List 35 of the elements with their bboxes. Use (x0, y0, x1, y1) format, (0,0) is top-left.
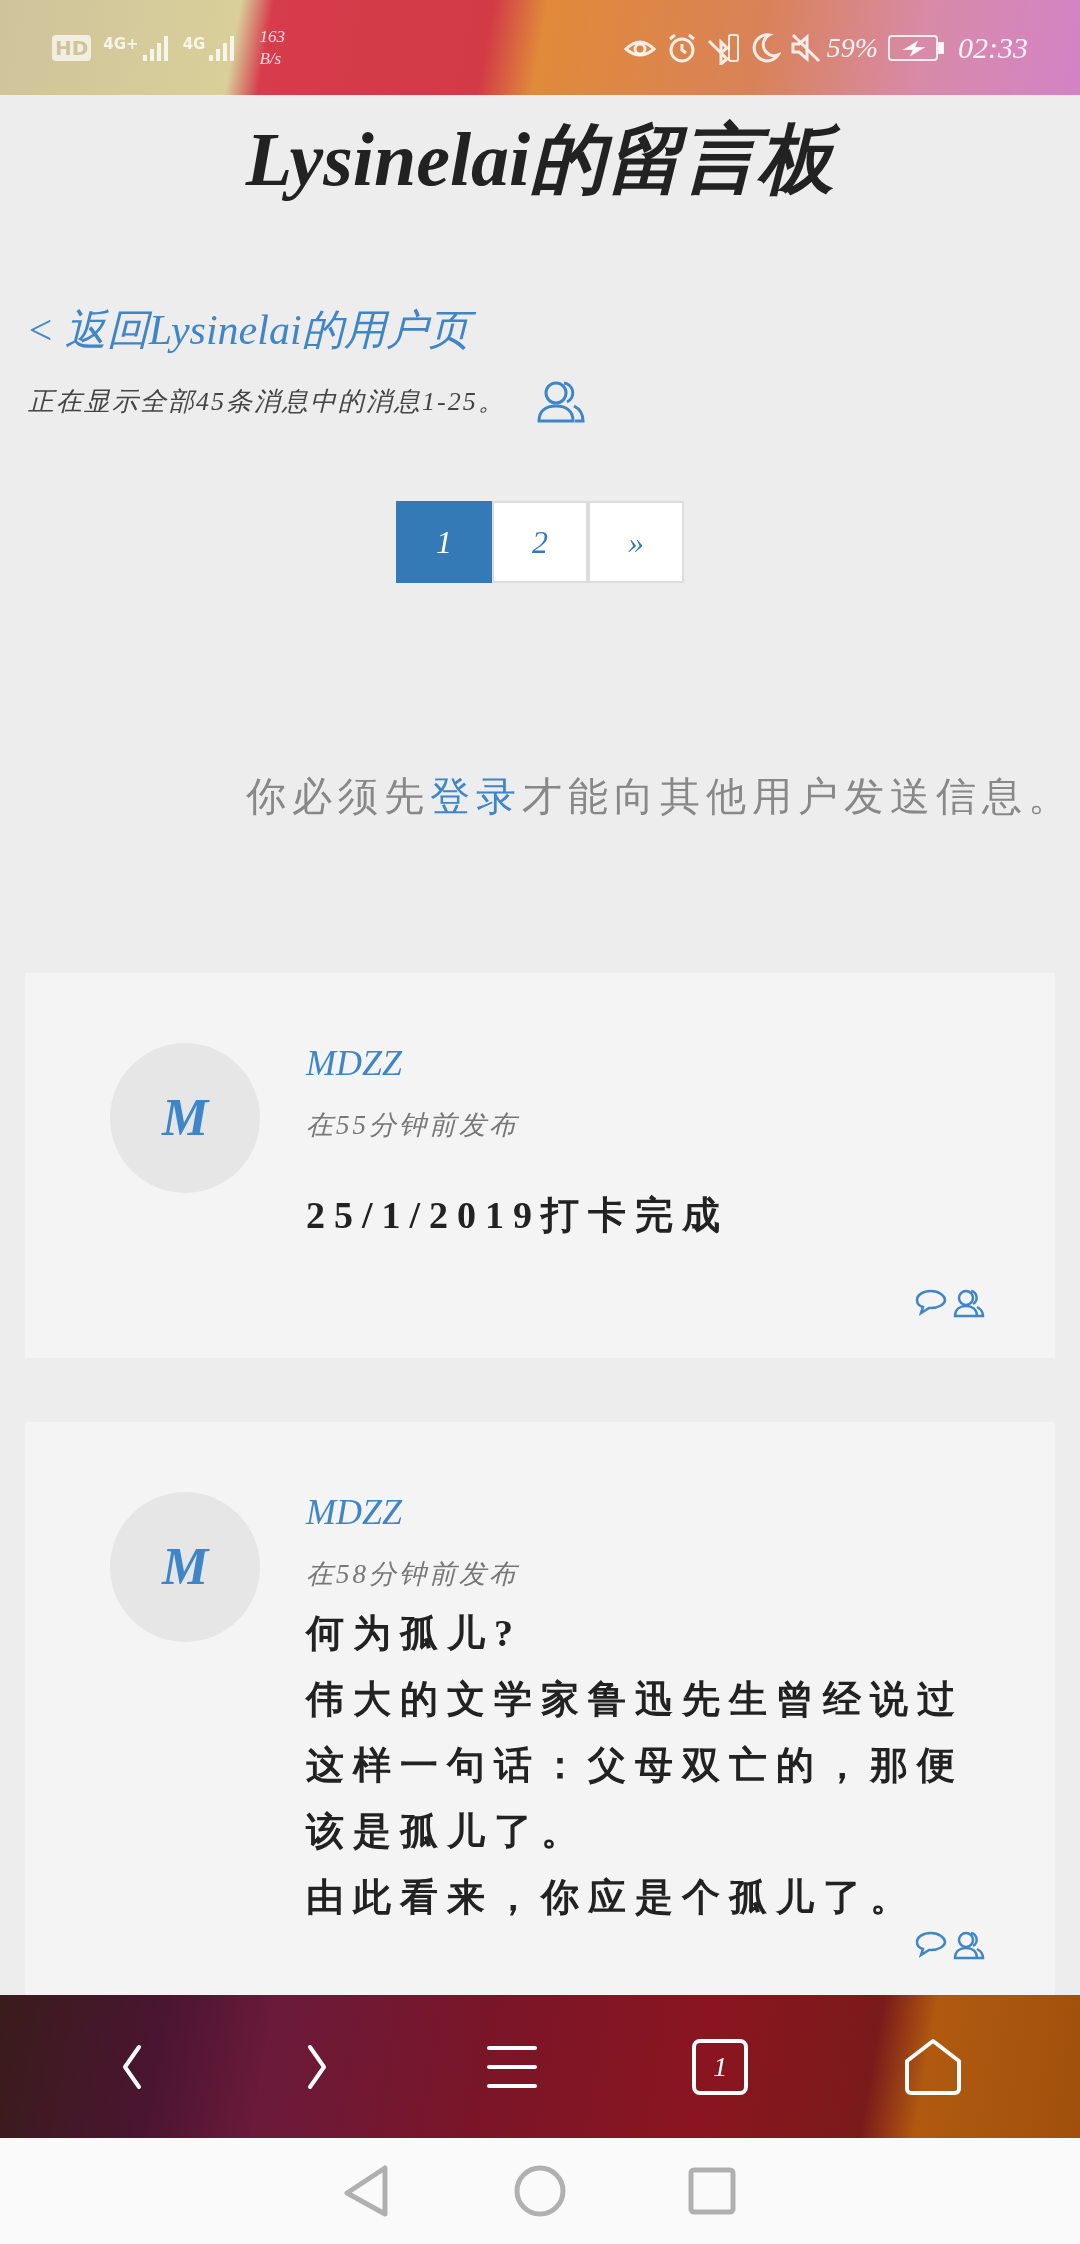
home-icon (902, 2036, 963, 2097)
network-label: 4G (182, 33, 206, 55)
post-time: 在58分钟前发布 (306, 1557, 519, 1591)
hd-badge: HD (52, 34, 92, 61)
message-text: 该是孤儿了。 (306, 1809, 589, 1854)
login-notice: 你必须先登录才能向其他用户发送信息。 (246, 773, 1074, 821)
page-button[interactable]: » (588, 501, 684, 583)
post-time: 在55分钟前发布 (306, 1109, 519, 1142)
page-button[interactable]: 2 (492, 501, 588, 583)
clock-time: 02:33 (958, 30, 1028, 66)
message-text: 何为孤儿? (306, 1611, 523, 1656)
tabs-button[interactable]: 1 (692, 2038, 749, 2095)
comment-icon (915, 1930, 947, 1958)
users-icon (953, 1287, 985, 1318)
message-text: 25/1/2019打卡完成 (306, 1192, 731, 1238)
network-label: 4G+ (103, 33, 139, 55)
avatar: M (110, 1043, 260, 1193)
home-icon (513, 2164, 567, 2218)
message-text: 伟大的文学家鲁迅先生曾经说过 (306, 1677, 965, 1722)
battery-percent: 59% (826, 30, 878, 65)
page-button[interactable]: 1 (396, 501, 492, 583)
speed-unit: B/s (259, 47, 283, 70)
author-name[interactable]: MDZZ (306, 1043, 403, 1083)
message-count-text: 正在显示全部45条消息中的消息1-25。 (28, 385, 506, 418)
battery-icon (888, 33, 944, 62)
network-speed: 163 (259, 25, 285, 48)
page-title: Lysinelai的留言板 (0, 109, 1080, 209)
author-name[interactable]: MDZZ (306, 1491, 403, 1532)
users-icon (953, 1930, 985, 1960)
login-link[interactable]: 登录 (430, 774, 522, 819)
message-text: 这样一句话：父母双亡的，那便 (306, 1743, 965, 1788)
recents-icon (687, 2166, 737, 2216)
message-text: 由此看来，你应是个孤儿了。 (306, 1875, 918, 1920)
avatar: M (110, 1491, 260, 1642)
comment-icon (915, 1287, 947, 1316)
